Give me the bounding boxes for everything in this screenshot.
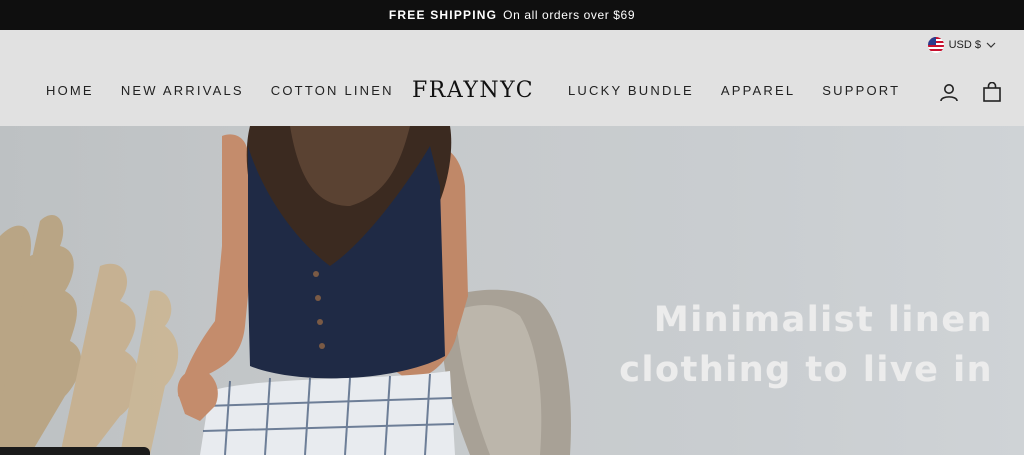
currency-label: USD $ <box>948 39 981 51</box>
nav-item-new-arrivals[interactable]: NEW ARRIVALS <box>121 83 244 98</box>
site-header: USD $ HOME NEW ARRIVALS COTTON LINEN FRA… <box>0 30 1024 126</box>
nav-left: HOME NEW ARRIVALS COTTON LINEN <box>46 83 421 98</box>
nav-item-home[interactable]: HOME <box>46 83 94 98</box>
hero-image <box>0 126 571 455</box>
hero-headline-line2: clothing to live in <box>619 350 993 390</box>
account-icon[interactable] <box>938 81 960 103</box>
chevron-down-icon <box>986 42 996 48</box>
hero-headline-line1: Minimalist linen <box>653 300 993 340</box>
nav-item-support[interactable]: SUPPORT <box>822 83 900 98</box>
nav-item-cotton-linen[interactable]: COTTON LINEN <box>271 83 394 98</box>
nav-item-lucky-bundle[interactable]: LUCKY BUNDLE <box>568 83 694 98</box>
hero-banner[interactable]: Minimalist linen clothing to live in <box>0 126 1024 455</box>
announcement-bar: FREE SHIPPING On all orders over $69 <box>0 0 1024 30</box>
nav-right: LUCKY BUNDLE APPAREL SUPPORT <box>568 83 927 98</box>
announcement-bold: FREE SHIPPING <box>388 8 498 22</box>
chat-widget-tab[interactable] <box>0 447 150 455</box>
cart-icon[interactable] <box>981 81 1003 103</box>
us-flag-icon <box>927 37 944 53</box>
site-logo[interactable]: FRAYNYC <box>412 78 534 103</box>
announcement-text: On all orders over $69 <box>503 8 636 22</box>
currency-selector[interactable]: USD $ <box>927 37 996 53</box>
nav-item-apparel[interactable]: APPAREL <box>721 83 795 98</box>
hero-headline: Minimalist linen clothing to live in <box>619 295 993 395</box>
